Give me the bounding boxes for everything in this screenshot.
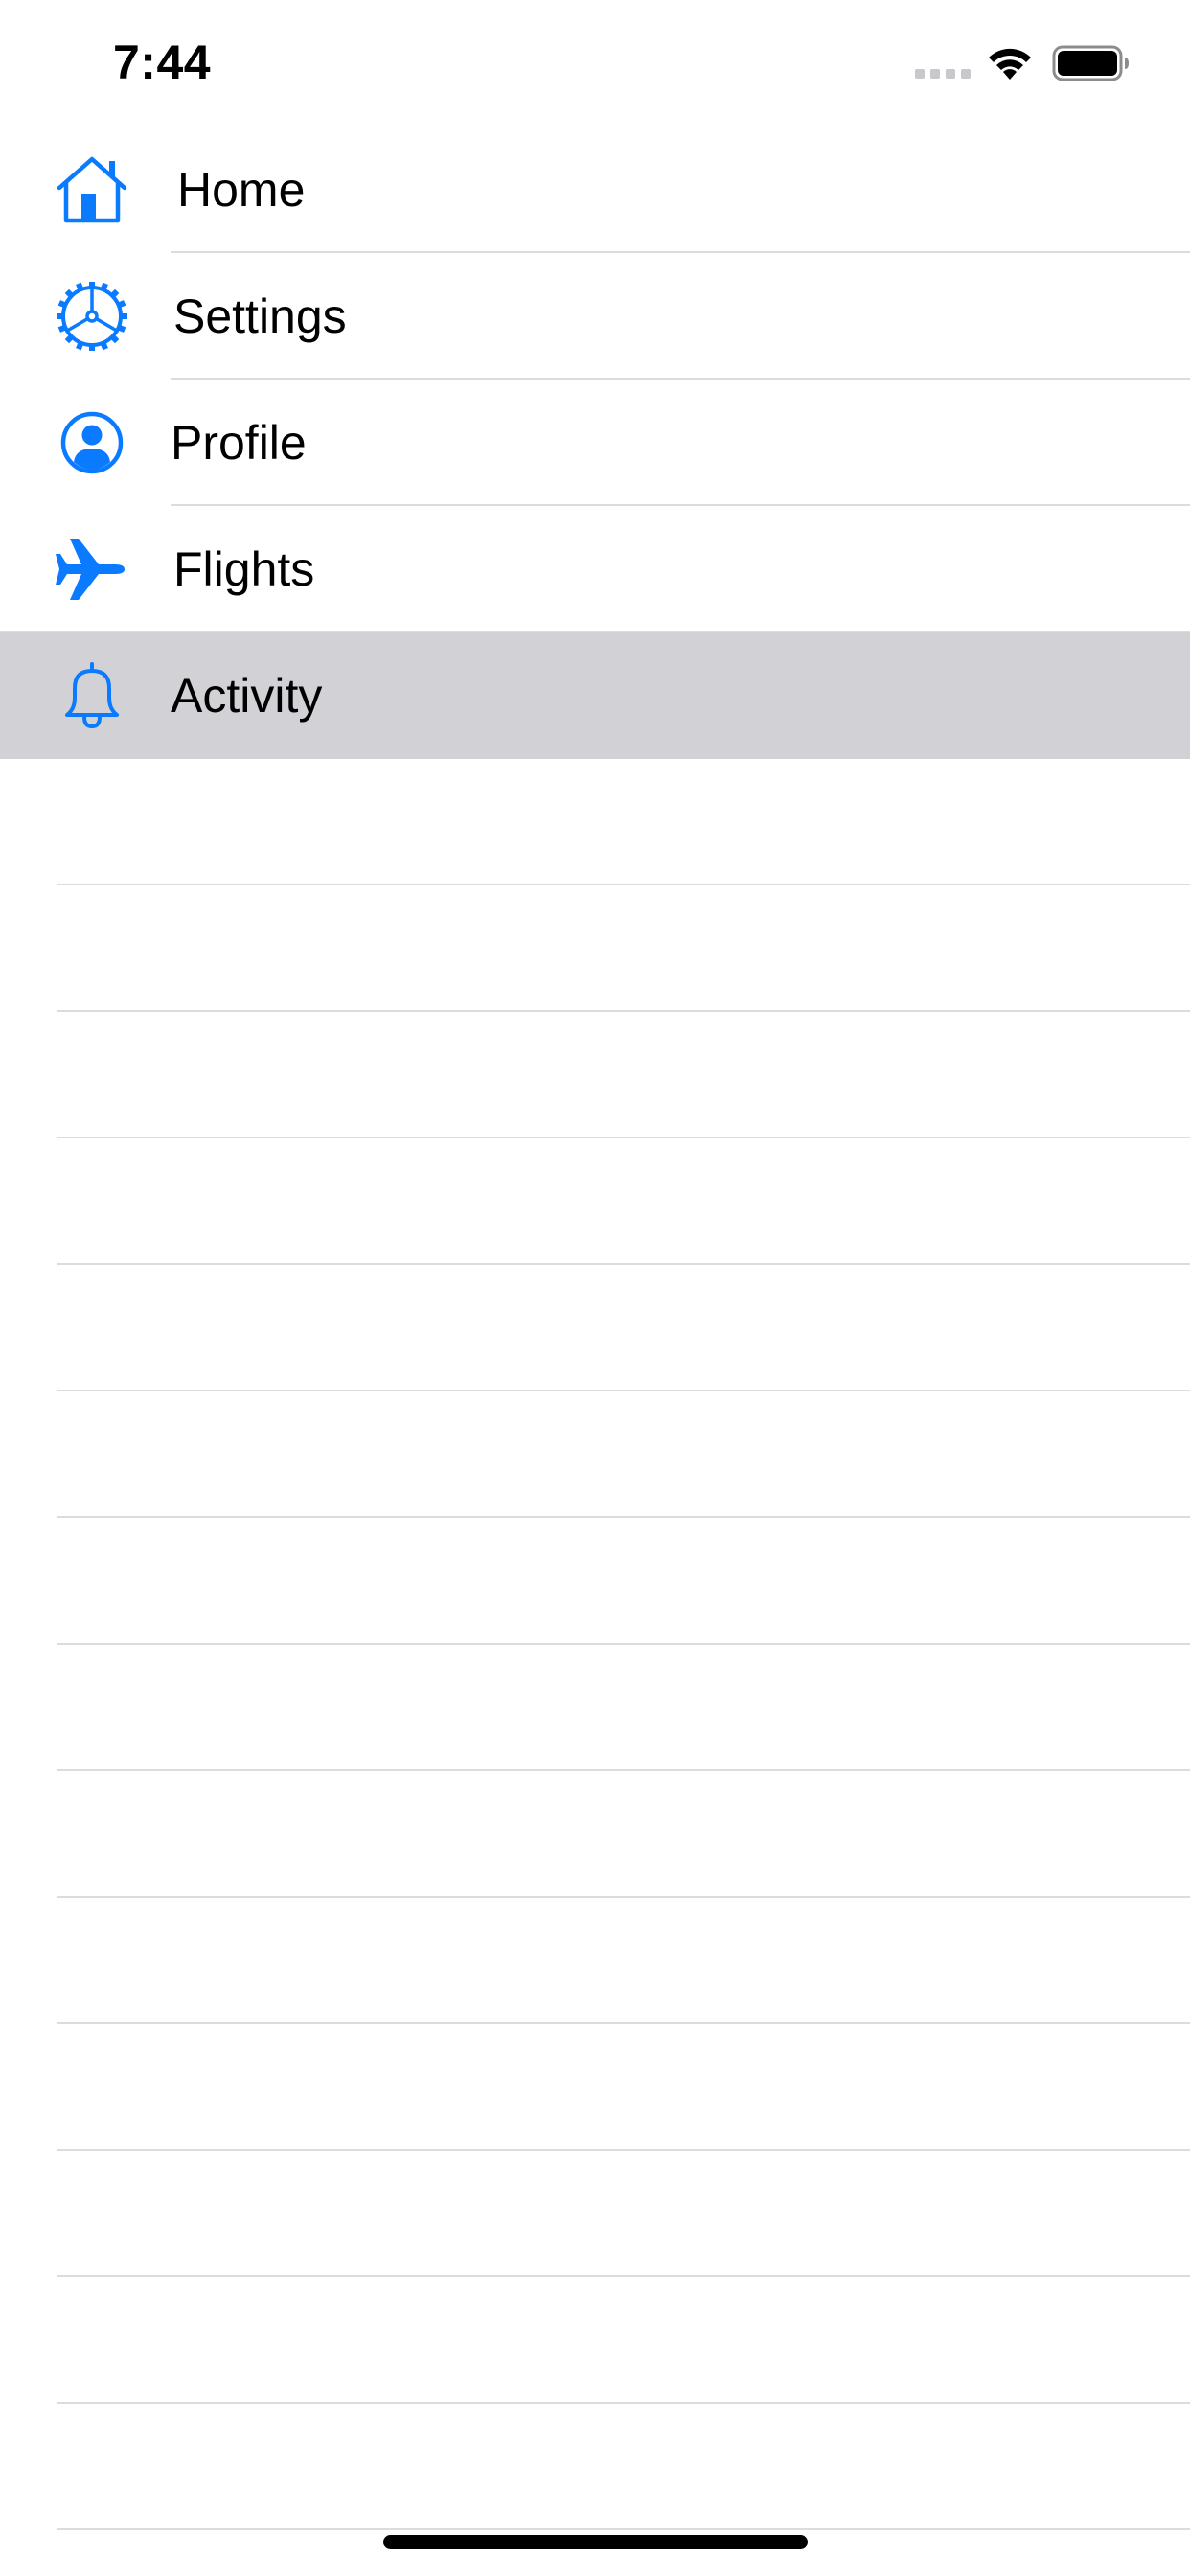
empty-row	[0, 1518, 1190, 1644]
menu-item-activity[interactable]: Activity	[0, 632, 1190, 759]
menu-item-label: Settings	[173, 289, 347, 343]
empty-row	[0, 1012, 1190, 1138]
menu-item-home[interactable]: Home	[0, 126, 1190, 253]
wifi-icon	[989, 48, 1031, 80]
empty-row	[0, 1644, 1190, 1771]
menu-item-settings[interactable]: Settings	[0, 253, 1190, 380]
empty-row	[0, 1771, 1190, 1898]
airplane-icon	[54, 535, 130, 604]
row-separator	[57, 2528, 1190, 2530]
empty-row	[0, 2277, 1190, 2404]
menu-item-profile[interactable]: Profile	[0, 380, 1190, 506]
empty-table-rows	[0, 759, 1190, 2530]
menu-item-label: Flights	[173, 542, 315, 596]
side-menu: Home Settings Profile Flights Activity	[0, 126, 1190, 759]
empty-row	[0, 1898, 1190, 2024]
empty-row	[0, 1265, 1190, 1392]
status-bar: 7:44	[0, 0, 1190, 126]
menu-item-label: Activity	[171, 669, 323, 723]
empty-row	[0, 759, 1190, 886]
empty-row	[0, 2150, 1190, 2277]
house-icon	[54, 155, 130, 224]
menu-item-label: Home	[177, 163, 306, 217]
battery-icon	[1052, 45, 1129, 81]
menu-item-flights[interactable]: Flights	[0, 506, 1190, 632]
empty-row	[0, 1392, 1190, 1518]
empty-row	[0, 1138, 1190, 1265]
bell-icon	[54, 661, 130, 730]
empty-row	[0, 886, 1190, 1012]
home-indicator[interactable]	[383, 2535, 808, 2549]
empty-row	[0, 2404, 1190, 2530]
empty-row	[0, 2024, 1190, 2150]
status-time: 7:44	[113, 35, 212, 89]
gear-icon	[54, 282, 130, 351]
person-circle-icon	[54, 408, 130, 477]
menu-item-label: Profile	[171, 416, 307, 470]
screen: 7:44 Home Settings Profile Flights Activ…	[0, 0, 1190, 2576]
cellular-signal-icon	[915, 69, 971, 79]
